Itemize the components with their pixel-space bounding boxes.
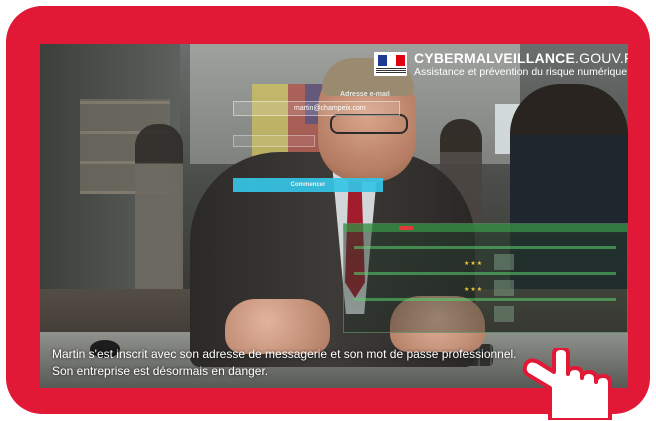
panel-tag xyxy=(399,226,413,230)
email-field[interactable]: martin@champeix.com xyxy=(233,101,400,116)
listing-thumbnail xyxy=(494,254,514,270)
listing-thumbnail xyxy=(494,280,514,296)
brand-tld: .GOUV.FR xyxy=(575,50,628,66)
listing-thumbnail xyxy=(494,306,514,322)
marianne-flag-icon xyxy=(374,52,407,76)
password-field[interactable] xyxy=(233,135,315,147)
background-coworker xyxy=(135,124,183,304)
rating-stars: ★★★ xyxy=(464,261,484,267)
listing-row xyxy=(354,272,616,275)
rating-stars: ★★★ xyxy=(464,287,484,293)
brand-main: CYBERMALVEILLANCE xyxy=(414,50,576,66)
listing-row xyxy=(354,246,616,249)
start-button[interactable]: Commencer xyxy=(233,178,383,192)
hand-pointer-icon xyxy=(522,348,612,420)
brand-tagline: Assistance et prévention du risque numér… xyxy=(414,66,628,78)
brand-name: CYBERMALVEILLANCE.GOUV.FR xyxy=(414,50,628,66)
panel-header-bar xyxy=(344,224,627,232)
overlay-listing-panel: ★★★ ★★★ xyxy=(343,223,628,333)
video-player[interactable]: Adresse e-mail martin@champeix.com Comme… xyxy=(40,44,628,388)
listing-row xyxy=(354,298,616,301)
email-label: Adresse e-mail xyxy=(340,91,390,98)
